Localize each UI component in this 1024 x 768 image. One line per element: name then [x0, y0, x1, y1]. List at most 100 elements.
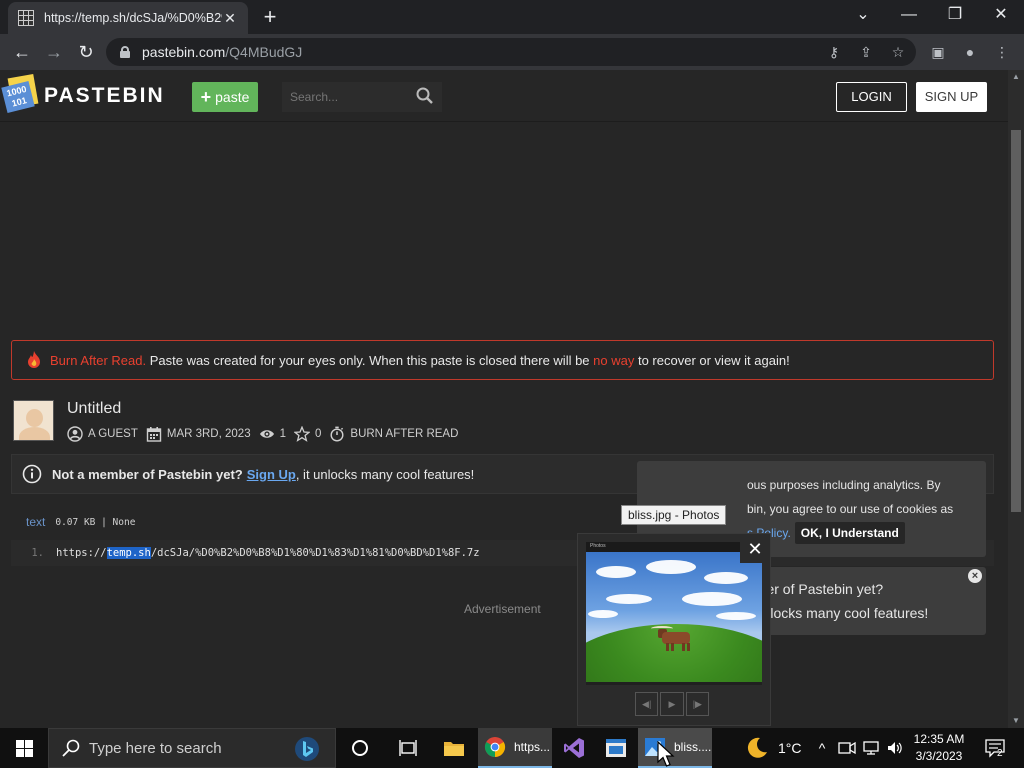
search-icon — [62, 739, 80, 757]
tab-close-icon[interactable]: ✕ — [222, 10, 238, 27]
next-icon[interactable]: |▶ — [685, 692, 709, 716]
task-view-icon[interactable] — [388, 728, 428, 768]
member-rest: , it unlocks many cool features! — [295, 466, 475, 482]
chrome-icon — [484, 737, 506, 758]
pastebin-logo-icon[interactable]: 1000 101 — [1, 73, 39, 114]
paste-meta: A GUEST MAR 3RD, 2023 1 0 BURN AFTER REA… — [67, 426, 466, 442]
timer-icon — [330, 426, 344, 442]
bing-icon[interactable] — [294, 736, 320, 762]
scroll-down-arrow-icon[interactable]: ▼ — [1008, 714, 1024, 728]
thumbnail-tooltip: bliss.jpg - Photos — [621, 505, 727, 525]
previous-icon[interactable]: ◀| — [635, 692, 659, 716]
lock-icon[interactable] — [120, 46, 130, 58]
view-count: 1 — [279, 428, 286, 440]
plus-icon: + — [200, 86, 212, 107]
date-item: MAR 3RD, 2023 — [146, 426, 251, 442]
restore-button[interactable]: ❐ — [932, 0, 978, 34]
show-hidden-icons-chevron-icon[interactable]: ^ — [814, 740, 830, 756]
cortana-icon[interactable] — [340, 728, 380, 768]
side-panel-icon[interactable]: ▣ — [926, 40, 950, 64]
paste-size-category: 0.07 KB | None — [55, 516, 136, 528]
site-name[interactable]: PASTEBIN — [44, 84, 165, 108]
signup-button[interactable]: SIGN UP — [916, 82, 987, 112]
temperature: 1°C — [778, 740, 802, 756]
new-tab-button[interactable]: + — [258, 6, 282, 30]
tab-title: https://temp.sh/dcSJa/%D0%B2%D0 — [44, 11, 222, 25]
longhorn-bull-figure — [651, 626, 696, 651]
calendar-icon — [146, 427, 162, 442]
share-icon[interactable]: ⇪ — [854, 40, 878, 64]
browser-toolbar: ← → ↻ pastebin.com/Q4MBudGJ ⚷ ⇪ ☆ ▣ ● ⋮ — [0, 34, 1024, 70]
code-prefix: https:// — [56, 547, 107, 559]
scroll-up-arrow-icon[interactable]: ▲ — [1008, 70, 1024, 84]
new-paste-button[interactable]: + paste — [192, 82, 258, 112]
page-content: 1000101 PASTEBIN +paste LOGIN SIGN UP Bu… — [0, 70, 1008, 728]
profile-icon[interactable]: ● — [958, 40, 982, 64]
cookie-text-1: ous purposes including analytics. By — [747, 478, 941, 492]
photos-window-miniature: Photos — [586, 542, 762, 685]
browser-tab[interactable]: https://temp.sh/dcSJa/%D0%B2%D0 ✕ — [8, 2, 248, 34]
taskbar-search-box[interactable]: Type here to search — [48, 728, 336, 768]
page-scrollbar[interactable]: ▲ ▼ — [1008, 70, 1024, 728]
windows-taskbar: Type here to search https... bliss.... 1… — [0, 728, 1024, 768]
photos-taskbar-label: bliss.... — [674, 740, 712, 754]
minimize-button[interactable]: — — [886, 0, 932, 34]
paste-title: Untitled — [67, 400, 122, 417]
mini-title: Photos — [590, 543, 606, 549]
code-selection: temp.sh — [106, 547, 151, 559]
play-icon[interactable]: ▶ — [660, 692, 684, 716]
reload-button[interactable]: ↻ — [74, 40, 98, 64]
member-popup-close-icon[interactable]: × — [968, 569, 982, 583]
volume-icon[interactable] — [886, 740, 904, 756]
meet-now-icon[interactable] — [838, 740, 856, 756]
info-icon — [22, 464, 42, 484]
syntax-language[interactable]: text — [26, 515, 45, 529]
forward-button[interactable]: → — [42, 40, 66, 64]
member-question: Not a member of Pastebin yet? — [52, 466, 243, 482]
app-window-icon[interactable] — [596, 728, 636, 768]
clock-time: 12:35 AM — [913, 732, 965, 746]
thumbnail-close-icon[interactable]: ✕ — [740, 537, 770, 563]
pastebin-favicon-icon — [18, 10, 34, 26]
close-window-button[interactable]: ✕ — [978, 0, 1024, 34]
paste-button-label: paste — [215, 89, 250, 105]
expiry-label: BURN AFTER READ — [350, 428, 459, 440]
address-bar[interactable]: pastebin.com/Q4MBudGJ — [106, 38, 916, 66]
author-name[interactable]: A GUEST — [88, 428, 138, 440]
menu-kebab-icon[interactable]: ⋮ — [990, 40, 1014, 64]
network-icon[interactable] — [862, 740, 880, 756]
file-explorer-icon[interactable] — [434, 728, 474, 768]
star-icon[interactable] — [294, 426, 310, 442]
paste-date: MAR 3RD, 2023 — [166, 428, 251, 440]
taskbar-chrome-button[interactable]: https... — [478, 728, 552, 768]
mouse-cursor-icon — [657, 741, 675, 767]
login-button[interactable]: LOGIN — [836, 82, 907, 112]
code-suffix: /dcSJa/%D0%B2%D0%B8%D1%80%D1%83%D1%81%D0… — [150, 547, 480, 559]
stars-item: 0 — [294, 426, 321, 442]
cookie-accept-button[interactable]: OK, I Understand — [794, 522, 905, 544]
star-count: 0 — [315, 428, 322, 440]
signup-link[interactable]: Sign Up — [247, 467, 296, 482]
views-item: 1 — [259, 426, 286, 442]
bookmark-star-icon[interactable]: ☆ — [886, 40, 910, 64]
burn-text-2: to recover or view it again! — [634, 352, 790, 368]
site-header: 1000101 PASTEBIN +paste LOGIN SIGN UP — [0, 70, 1008, 122]
weather-widget[interactable]: 1°C — [744, 728, 802, 768]
windows-start-button[interactable] — [0, 728, 48, 768]
key-icon[interactable]: ⚷ — [822, 40, 846, 64]
expiry-item: BURN AFTER READ — [329, 426, 458, 442]
search-icon[interactable] — [416, 87, 434, 105]
scrollbar-thumb[interactable] — [1011, 130, 1021, 512]
member-popup-line-2: t unlocks many cool features! — [747, 605, 929, 621]
user-icon — [67, 426, 83, 442]
back-button[interactable]: ← — [10, 40, 34, 64]
advertisement-label: Advertisement — [464, 602, 541, 616]
visual-studio-icon[interactable] — [554, 728, 594, 768]
tab-search-chevron-icon[interactable]: ⌄ — [840, 0, 886, 34]
url-host: pastebin.com — [142, 44, 226, 60]
system-clock[interactable]: 12:35 AM 3/3/2023 — [906, 731, 972, 765]
notification-count: 2 — [997, 748, 1003, 759]
notification-center-button[interactable]: 2 — [980, 728, 1010, 768]
bliss-wallpaper-image — [586, 552, 762, 682]
tray-icons: ^ — [814, 728, 904, 768]
